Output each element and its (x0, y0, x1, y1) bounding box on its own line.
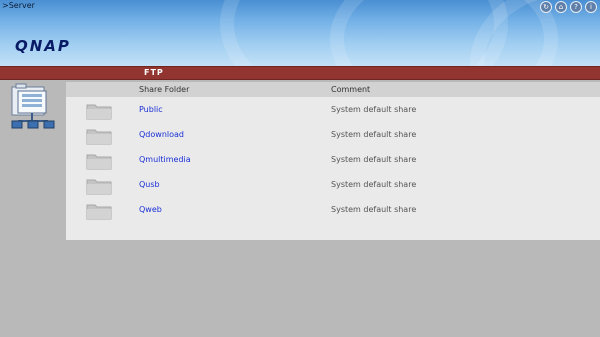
refresh-icon[interactable]: ↻ (540, 1, 552, 13)
folder-icon (86, 129, 112, 145)
share-comment: System default share (331, 205, 417, 214)
qnap-logo: QNAP (15, 37, 71, 55)
column-header-share-folder[interactable]: Share Folder (139, 85, 189, 94)
folder-icon (86, 204, 112, 220)
table-row[interactable]: Qusb System default share (66, 173, 600, 198)
page-title: FTP (144, 68, 164, 77)
column-header-comment[interactable]: Comment (331, 85, 370, 94)
share-comment: System default share (331, 130, 417, 139)
info-icon[interactable]: i (585, 1, 597, 13)
share-comment: System default share (331, 180, 417, 189)
table-row[interactable]: Qweb System default share (66, 198, 600, 223)
share-name-link[interactable]: Qweb (139, 205, 162, 214)
folder-icon (86, 104, 112, 120)
share-name-link[interactable]: Qusb (139, 180, 160, 189)
share-name-link[interactable]: Qdownload (139, 130, 184, 139)
table-row[interactable]: Public System default share (66, 98, 600, 123)
app-root: >Server QNAP ↻ ⌂ ? i FTP Share Folder Co… (0, 0, 600, 337)
share-comment: System default share (331, 155, 417, 164)
share-comment: System default share (331, 105, 417, 114)
top-toolbar: ↻ ⌂ ? i (540, 1, 597, 13)
share-name-link[interactable]: Qmultimedia (139, 155, 191, 164)
breadcrumb[interactable]: >Server (2, 1, 35, 10)
help-icon[interactable]: ? (570, 1, 582, 13)
home-icon[interactable]: ⌂ (555, 1, 567, 13)
table-row[interactable]: Qdownload System default share (66, 123, 600, 148)
folder-icon (86, 179, 112, 195)
title-bar: FTP (0, 66, 600, 80)
table-header: Share Folder Comment (66, 82, 600, 97)
table-row[interactable]: Qmultimedia System default share (66, 148, 600, 173)
header-banner: >Server QNAP ↻ ⌂ ? i (0, 0, 600, 66)
ftp-folder-icon (11, 83, 55, 129)
share-name-link[interactable]: Public (139, 105, 163, 114)
folder-icon (86, 154, 112, 170)
